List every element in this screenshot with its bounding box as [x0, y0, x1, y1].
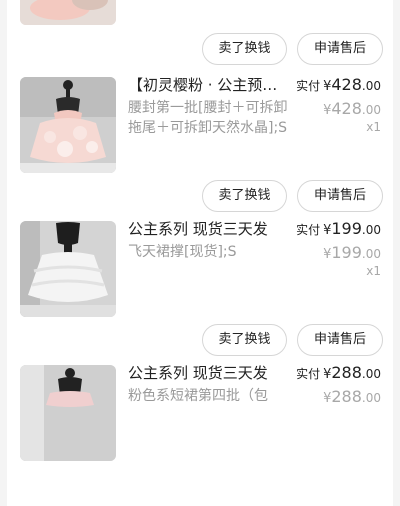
paid-integer: 288 [331, 363, 362, 382]
product-title[interactable]: 【初灵樱粉 · 公主预… [128, 76, 296, 95]
paid-decimal: .00 [361, 223, 381, 237]
white-tutu-skirt-thumbnail[interactable] [20, 221, 116, 317]
sell-button[interactable]: 卖了换钱 [202, 33, 287, 65]
paid-label: 实付 [296, 79, 321, 93]
paid-label: 实付 [296, 367, 321, 381]
paid-integer: 199 [331, 219, 362, 238]
product-title[interactable]: 公主系列 现货三天发 [128, 364, 296, 383]
sell-button[interactable]: 卖了换钱 [202, 324, 287, 356]
previous-order-card: 卖了换钱 申请售后 [7, 0, 393, 74]
paid-price: 实付 ¥428.00 [296, 75, 381, 94]
paid-decimal: .00 [361, 367, 381, 381]
product-title[interactable]: 公主系列 现货三天发 [128, 220, 296, 239]
original-decimal: .00 [361, 247, 381, 261]
previous-product-thumbnail[interactable] [20, 0, 116, 25]
original-integer: 288 [331, 387, 362, 406]
original-price: ¥288.00 [323, 387, 381, 406]
pink-tutu-dress-thumbnail[interactable] [20, 77, 116, 173]
dress-on-mannequin-thumbnail[interactable] [20, 365, 116, 461]
original-decimal: .00 [361, 391, 381, 405]
after-sale-button[interactable]: 申请售后 [297, 33, 383, 65]
paid-price: 实付 ¥199.00 [296, 219, 381, 238]
sell-button[interactable]: 卖了换钱 [202, 180, 287, 212]
product-spec: 粉色系短裙第四批（包 [128, 388, 268, 404]
after-sale-button[interactable]: 申请售后 [297, 324, 383, 356]
quantity: x1 [366, 264, 381, 278]
original-price: ¥199.00 [323, 243, 381, 262]
paid-integer: 428 [331, 75, 362, 94]
quantity: x1 [366, 120, 381, 134]
paid-price: 实付 ¥288.00 [296, 363, 381, 382]
order-card: 公主系列 现货三天发 飞天裙撑[现货];S 实付 ¥199.00 ¥199.00 … [7, 218, 393, 362]
product-spec: 飞天裙撑[现货];S [128, 244, 237, 260]
after-sale-button[interactable]: 申请售后 [297, 180, 383, 212]
original-price: ¥428.00 [323, 99, 381, 118]
order-card: 公主系列 现货三天发 粉色系短裙第四批（包 实付 ¥288.00 ¥288.00 [7, 362, 393, 506]
paid-label: 实付 [296, 223, 321, 237]
product-spec: 腰封第一批[腰封＋可拆卸拖尾＋可拆卸天然水晶];S [128, 100, 288, 136]
original-integer: 199 [331, 243, 362, 262]
paid-decimal: .00 [361, 79, 381, 93]
original-integer: 428 [331, 99, 362, 118]
original-decimal: .00 [361, 103, 381, 117]
order-card: 【初灵樱粉 · 公主预… 腰封第一批[腰封＋可拆卸拖尾＋可拆卸天然水晶];S 实… [7, 74, 393, 218]
